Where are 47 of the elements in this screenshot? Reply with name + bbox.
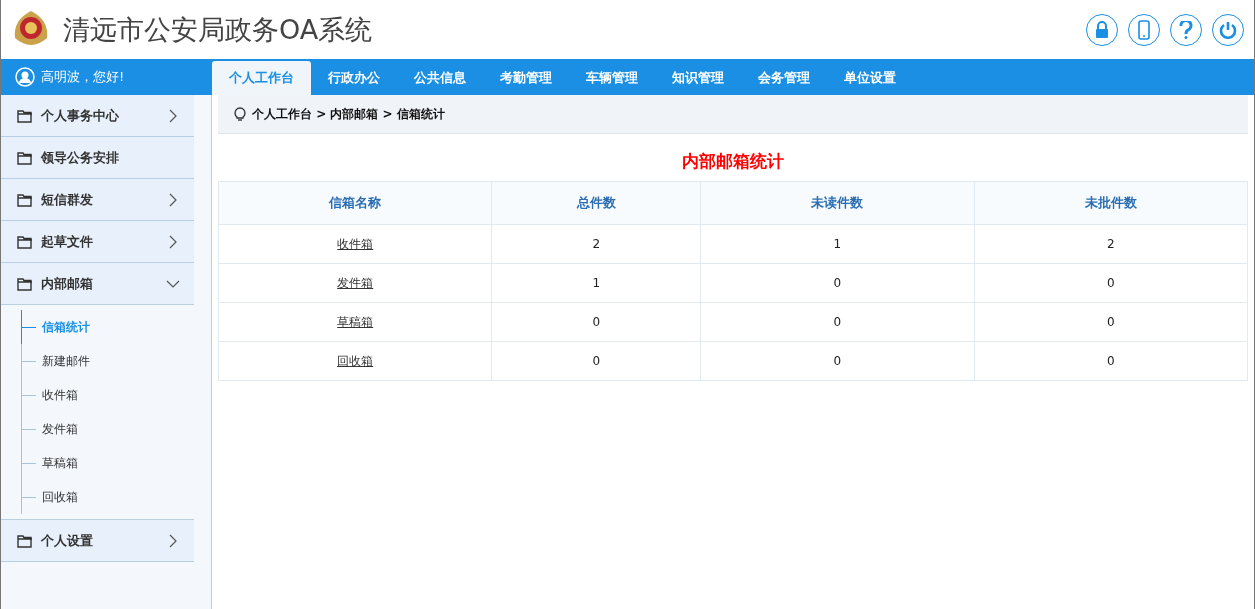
table-cell: 2 xyxy=(491,224,701,264)
column-header: 总件数 xyxy=(491,181,701,225)
sidebar-item[interactable]: 个人事务中心 xyxy=(1,95,194,137)
table-cell: 2 xyxy=(974,224,1248,264)
sidebar-item[interactable]: 起草文件 xyxy=(1,221,194,263)
table-cell: 0 xyxy=(974,263,1248,303)
sidebar-item[interactable]: 个人设置 xyxy=(1,520,194,562)
table-cell: 0 xyxy=(700,341,975,381)
mailbox-link[interactable]: 发件箱 xyxy=(337,275,374,290)
user-avatar-icon xyxy=(15,67,35,87)
table-cell: 0 xyxy=(491,302,701,342)
folder-icon xyxy=(17,234,33,249)
table-cell: 0 xyxy=(700,263,975,303)
table-title: 内部邮箱统计 xyxy=(681,150,785,173)
folder-icon xyxy=(17,150,33,165)
table-cell: 0 xyxy=(974,341,1248,381)
table-cell: 0 xyxy=(974,302,1248,342)
user-greeting: 高明波，您好! xyxy=(41,68,125,86)
column-header: 信箱名称 xyxy=(218,181,492,225)
submenu-item[interactable]: 收件箱 xyxy=(42,386,78,404)
phone-icon[interactable] xyxy=(1128,13,1160,46)
sidebar-item[interactable]: 领导公务安排 xyxy=(1,137,194,179)
folder-icon xyxy=(17,192,33,207)
sidebar-item[interactable]: 短信群发 xyxy=(1,179,194,221)
column-header: 未读件数 xyxy=(700,181,975,225)
breadcrumb: 个人工作台 > 内部邮箱 > 信箱统计 xyxy=(252,105,445,123)
lightbulb-icon xyxy=(234,106,246,122)
submenu-item[interactable]: 草稿箱 xyxy=(42,454,78,472)
sidebar-item[interactable]: 内部邮箱 xyxy=(1,263,194,305)
mailbox-link[interactable]: 草稿箱 xyxy=(337,314,374,329)
power-icon[interactable] xyxy=(1212,13,1244,46)
table-cell: 0 xyxy=(491,341,701,381)
column-header: 未批件数 xyxy=(974,181,1248,225)
submenu-item[interactable]: 回收箱 xyxy=(42,488,78,506)
mailbox-link[interactable]: 收件箱 xyxy=(337,236,374,251)
submenu-item[interactable]: 发件箱 xyxy=(42,420,78,438)
mailbox-link[interactable]: 回收箱 xyxy=(337,353,374,368)
folder-icon xyxy=(17,108,33,123)
table-cell: 0 xyxy=(700,302,975,342)
app-title: 清远市公安局政务OA系统 xyxy=(63,12,373,47)
folder-icon xyxy=(17,533,33,548)
table-cell: 1 xyxy=(491,263,701,303)
folder-icon xyxy=(17,276,33,291)
submenu-item[interactable]: 新建邮件 xyxy=(42,352,90,370)
lock-icon[interactable] xyxy=(1086,13,1118,46)
table-cell: 1 xyxy=(700,224,975,264)
help-icon[interactable] xyxy=(1170,13,1202,46)
